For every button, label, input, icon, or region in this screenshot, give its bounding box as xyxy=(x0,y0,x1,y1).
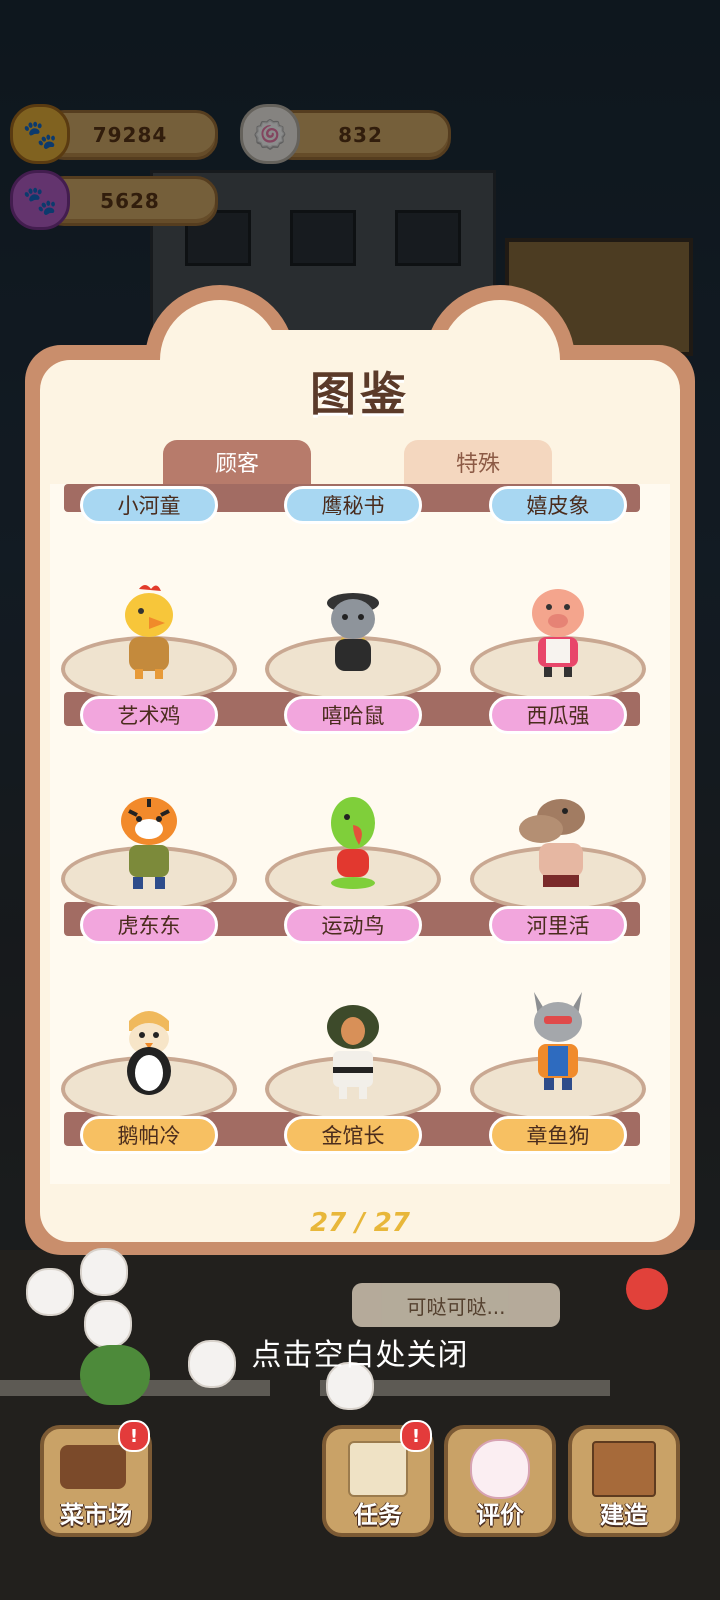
build-shop-icon xyxy=(592,1441,656,1497)
penguin-character-icon[interactable] xyxy=(94,996,204,1106)
page-indicator: 27 / 27 xyxy=(310,1208,410,1238)
customer-name: 鹰秘书 xyxy=(321,494,385,518)
karate-master-character-icon[interactable] xyxy=(298,996,408,1106)
customer-name: 小河童 xyxy=(117,494,181,518)
customer-name: 嘻哈鼠 xyxy=(321,704,385,728)
customer-card[interactable]: 运动鸟 xyxy=(284,906,422,944)
rooster-character-icon[interactable] xyxy=(94,576,204,686)
close-hint[interactable]: 点击空白处关闭 xyxy=(0,1330,720,1374)
customer-card[interactable]: 艺术鸡 xyxy=(80,696,218,734)
customer-crowd-figure xyxy=(80,1248,128,1296)
reviews-label: 评价 xyxy=(476,1501,524,1529)
customer-name: 运动鸟 xyxy=(321,914,385,938)
customer-card[interactable]: 金馆长 xyxy=(284,1116,422,1154)
customer-name: 嬉皮象 xyxy=(526,494,590,518)
vegetable-basket-icon xyxy=(60,1445,126,1489)
build-button[interactable]: 建造 xyxy=(568,1425,680,1537)
parrot-character-icon[interactable] xyxy=(298,786,408,896)
customer-name: 河里活 xyxy=(526,914,590,938)
panel-title: 图鉴 xyxy=(310,367,410,421)
market-alert-badge: ! xyxy=(118,1420,150,1452)
tasks-alert-badge: ! xyxy=(400,1420,432,1452)
customer-name: 虎东东 xyxy=(117,914,181,938)
customer-name: 金馆长 xyxy=(321,1124,385,1148)
tasks-label: 任务 xyxy=(354,1501,402,1529)
smiley-face-icon xyxy=(470,1439,530,1499)
customer-name: 章鱼狗 xyxy=(526,1124,590,1148)
customer-card[interactable]: 嘻哈鼠 xyxy=(284,696,422,734)
customer-card[interactable]: 鹅帕冷 xyxy=(80,1116,218,1154)
customer-card[interactable]: 西瓜强 xyxy=(489,696,627,734)
customer-card[interactable]: 嬉皮象 xyxy=(489,486,627,524)
customer-card[interactable]: 章鱼狗 xyxy=(489,1116,627,1154)
rat-character-icon[interactable] xyxy=(298,576,408,686)
tab-customers-label: 顾客 xyxy=(214,452,259,477)
customer-name: 艺术鸡 xyxy=(117,704,181,728)
pig-character-icon[interactable] xyxy=(503,576,613,686)
customer-name: 鹅帕冷 xyxy=(117,1124,181,1148)
reviews-button[interactable]: 评价 xyxy=(444,1425,556,1537)
customer-card[interactable]: 小河童 xyxy=(80,486,218,524)
customer-card[interactable]: 河里活 xyxy=(489,906,627,944)
hippo-character-icon[interactable] xyxy=(503,786,613,896)
speech-bubble: 可哒可哒... xyxy=(352,1283,560,1327)
task-scroll-icon xyxy=(348,1441,408,1497)
tab-customers[interactable]: 顾客 xyxy=(163,440,311,484)
customer-name: 西瓜强 xyxy=(526,704,590,728)
customer-card[interactable]: 虎东东 xyxy=(80,906,218,944)
customer-card[interactable]: 鹰秘书 xyxy=(284,486,422,524)
wolf-dog-character-icon[interactable] xyxy=(503,986,613,1096)
market-label: 菜市场 xyxy=(60,1501,132,1529)
customer-grid[interactable]: 小河童 鹰秘书 嬉皮象 艺术鸡 嘻哈鼠 西瓜强 虎东东 运动鸟 河里活 鹅帕冷 … xyxy=(50,484,670,1184)
tab-special[interactable]: 特殊 xyxy=(404,440,552,484)
customer-crowd-figure xyxy=(26,1268,74,1316)
build-label: 建造 xyxy=(600,1501,648,1529)
tab-special-label: 特殊 xyxy=(455,452,500,477)
tiger-character-icon[interactable] xyxy=(94,786,204,896)
red-customer-figure xyxy=(626,1268,668,1310)
